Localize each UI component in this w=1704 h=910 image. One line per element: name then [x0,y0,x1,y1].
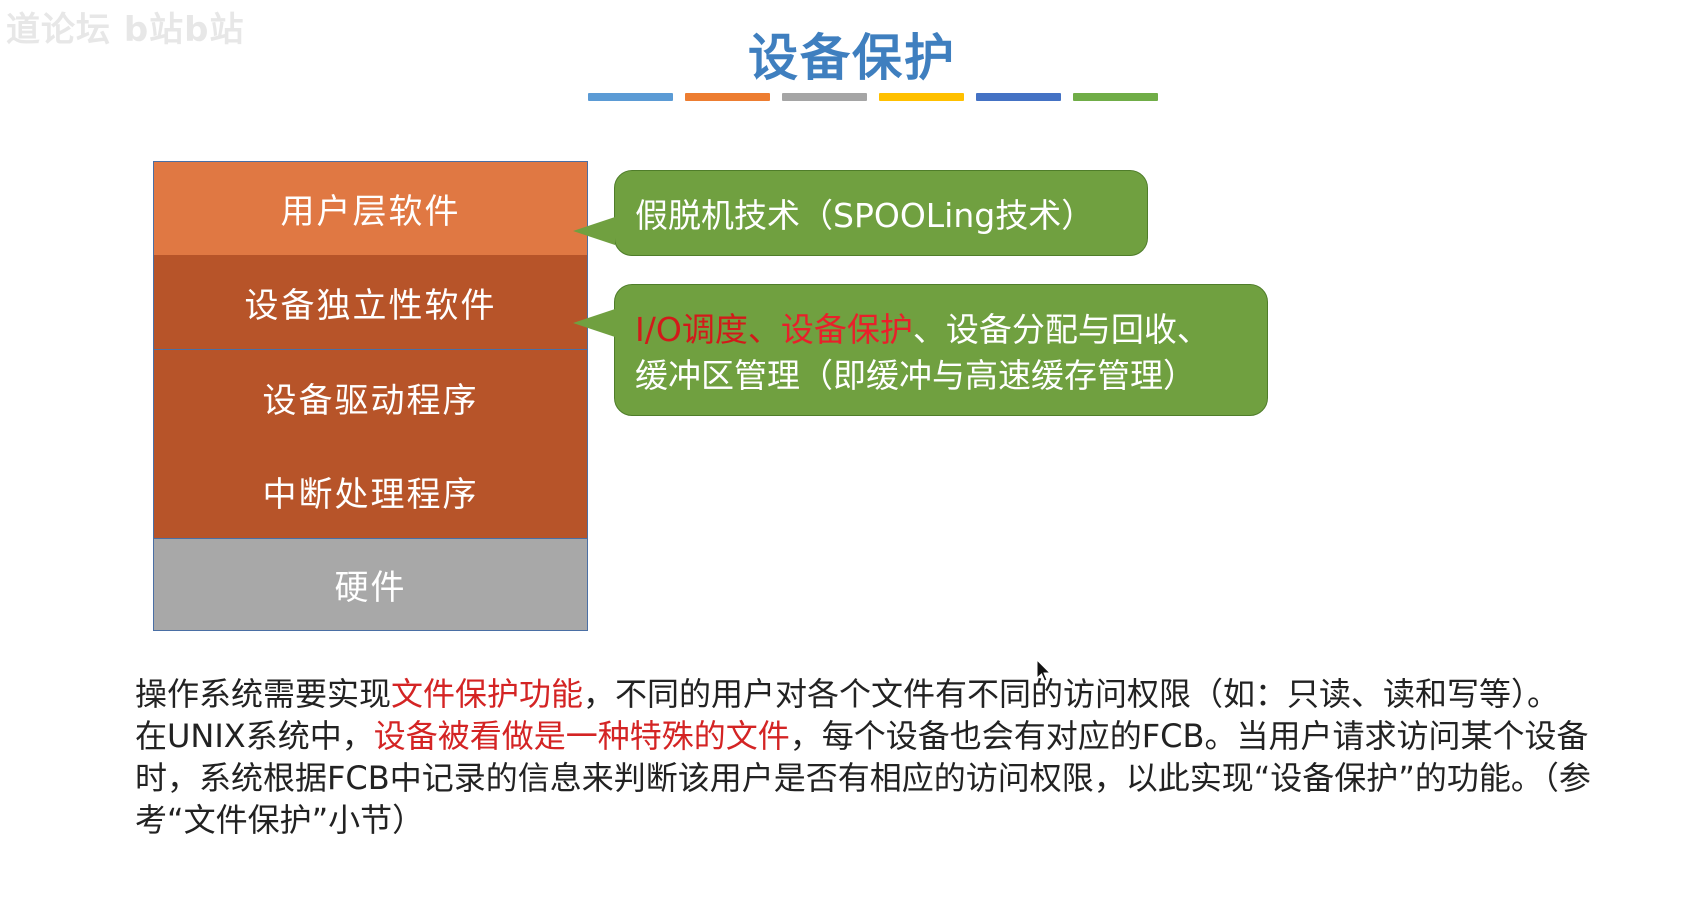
layer-device-driver: 设备驱动程序 [154,350,587,445]
layer-hardware: 硬件 [154,539,587,630]
text-segment: ，不同的用户对各个文件有不同的访问权限（如：只读、读和写等）。 [583,675,1560,713]
title-underline-bars [588,93,1158,101]
highlight-device-as-file: 设备被看做是一种特殊的文件 [373,717,790,755]
title-bar-green [1073,93,1158,101]
callout-line-1-rest: 、设备分配与回收、 [912,310,1210,349]
layer-device-independent-software: 设备独立性软件 [154,255,587,350]
callout-line-2: 缓冲区管理（即缓冲与高速缓存管理） [635,356,1196,395]
highlight-file-protection: 文件保护功能 [391,675,584,713]
title-bar-darkblue [976,93,1061,101]
callout-spooling-text: 假脱机技术（SPOOLing技术） [635,196,1095,235]
paragraph-file-protection: 操作系统需要实现文件保护功能，不同的用户对各个文件有不同的访问权限（如：只读、读… [135,673,1615,715]
callout-device-independent-functions: I/O调度、设备保护、设备分配与回收、 缓冲区管理（即缓冲与高速缓存管理） [573,284,1268,416]
callout-tail [573,217,615,245]
highlight-io-scheduling: I/O调度 [635,310,748,349]
text-segment: 操作系统需要实现 [135,675,392,713]
highlight-device-protection: 设备保护 [780,310,913,349]
title-bar-blue [588,93,673,101]
title-bar-gray [782,93,867,101]
mouse-cursor-icon [1036,659,1052,682]
title-bar-orange [685,93,770,101]
explanation-text: 操作系统需要实现文件保护功能，不同的用户对各个文件有不同的访问权限（如：只读、读… [135,673,1615,841]
callout-line-1: I/O调度、设备保护、设备分配与回收、 [635,307,1267,353]
text-segment: 在UNIX系统中， [135,717,374,755]
callout-tail [573,309,615,337]
paragraph-unix-device: 在UNIX系统中，设备被看做是一种特殊的文件，每个设备也会有对应的FCB。当用户… [135,715,1615,841]
io-layer-stack: 用户层软件 设备独立性软件 设备驱动程序 中断处理程序 硬件 [153,161,588,631]
separator: 、 [747,310,781,349]
callout-spooling: 假脱机技术（SPOOLing技术） [573,170,1148,256]
layer-user-software: 用户层软件 [154,162,587,255]
slide-title: 设备保护 [748,29,956,87]
title-bar-yellow [879,93,964,101]
layer-interrupt-handler: 中断处理程序 [154,445,587,539]
